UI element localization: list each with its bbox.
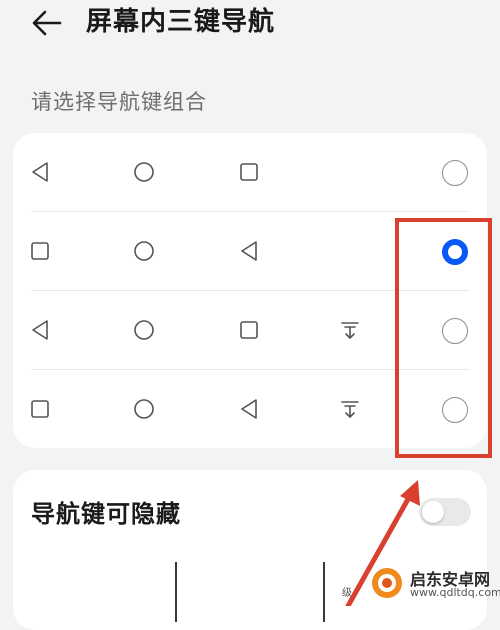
circle-home-icon <box>134 241 154 261</box>
hide-nav-label: 导航键可隐藏 <box>31 500 181 528</box>
notification-pulldown-icon <box>341 401 359 418</box>
watermark-url: www.qdltdq.com <box>410 586 500 599</box>
triangle-back-icon <box>241 399 257 419</box>
watermark-logo-icon <box>372 568 402 598</box>
square-recent-icon <box>31 242 49 260</box>
triangle-back-icon <box>241 241 257 261</box>
triangle-back-icon <box>32 320 48 340</box>
watermark-small-text: 级 <box>342 588 352 599</box>
square-recent-icon <box>31 400 49 418</box>
page-title: 屏幕内三键导航 <box>86 7 276 37</box>
circle-home-icon <box>134 162 154 182</box>
circle-home-icon <box>134 320 154 340</box>
notification-pulldown-icon <box>341 322 359 339</box>
square-recent-icon <box>240 163 258 181</box>
preview-line <box>323 562 325 622</box>
section-label: 请选择导航键组合 <box>31 90 207 114</box>
circle-home-icon <box>134 399 154 419</box>
arrow-left-icon[interactable] <box>30 6 64 40</box>
preview-line <box>175 562 177 622</box>
radio-button[interactable] <box>442 160 468 186</box>
triangle-back-icon <box>32 162 48 182</box>
nav-option-1[interactable] <box>13 133 487 212</box>
annotation-highlight-box <box>395 218 492 458</box>
watermark: 级 启东安卓网 www.qdltdq.com <box>330 564 500 606</box>
square-recent-icon <box>240 321 258 339</box>
header: 屏幕内三键导航 <box>0 0 500 50</box>
